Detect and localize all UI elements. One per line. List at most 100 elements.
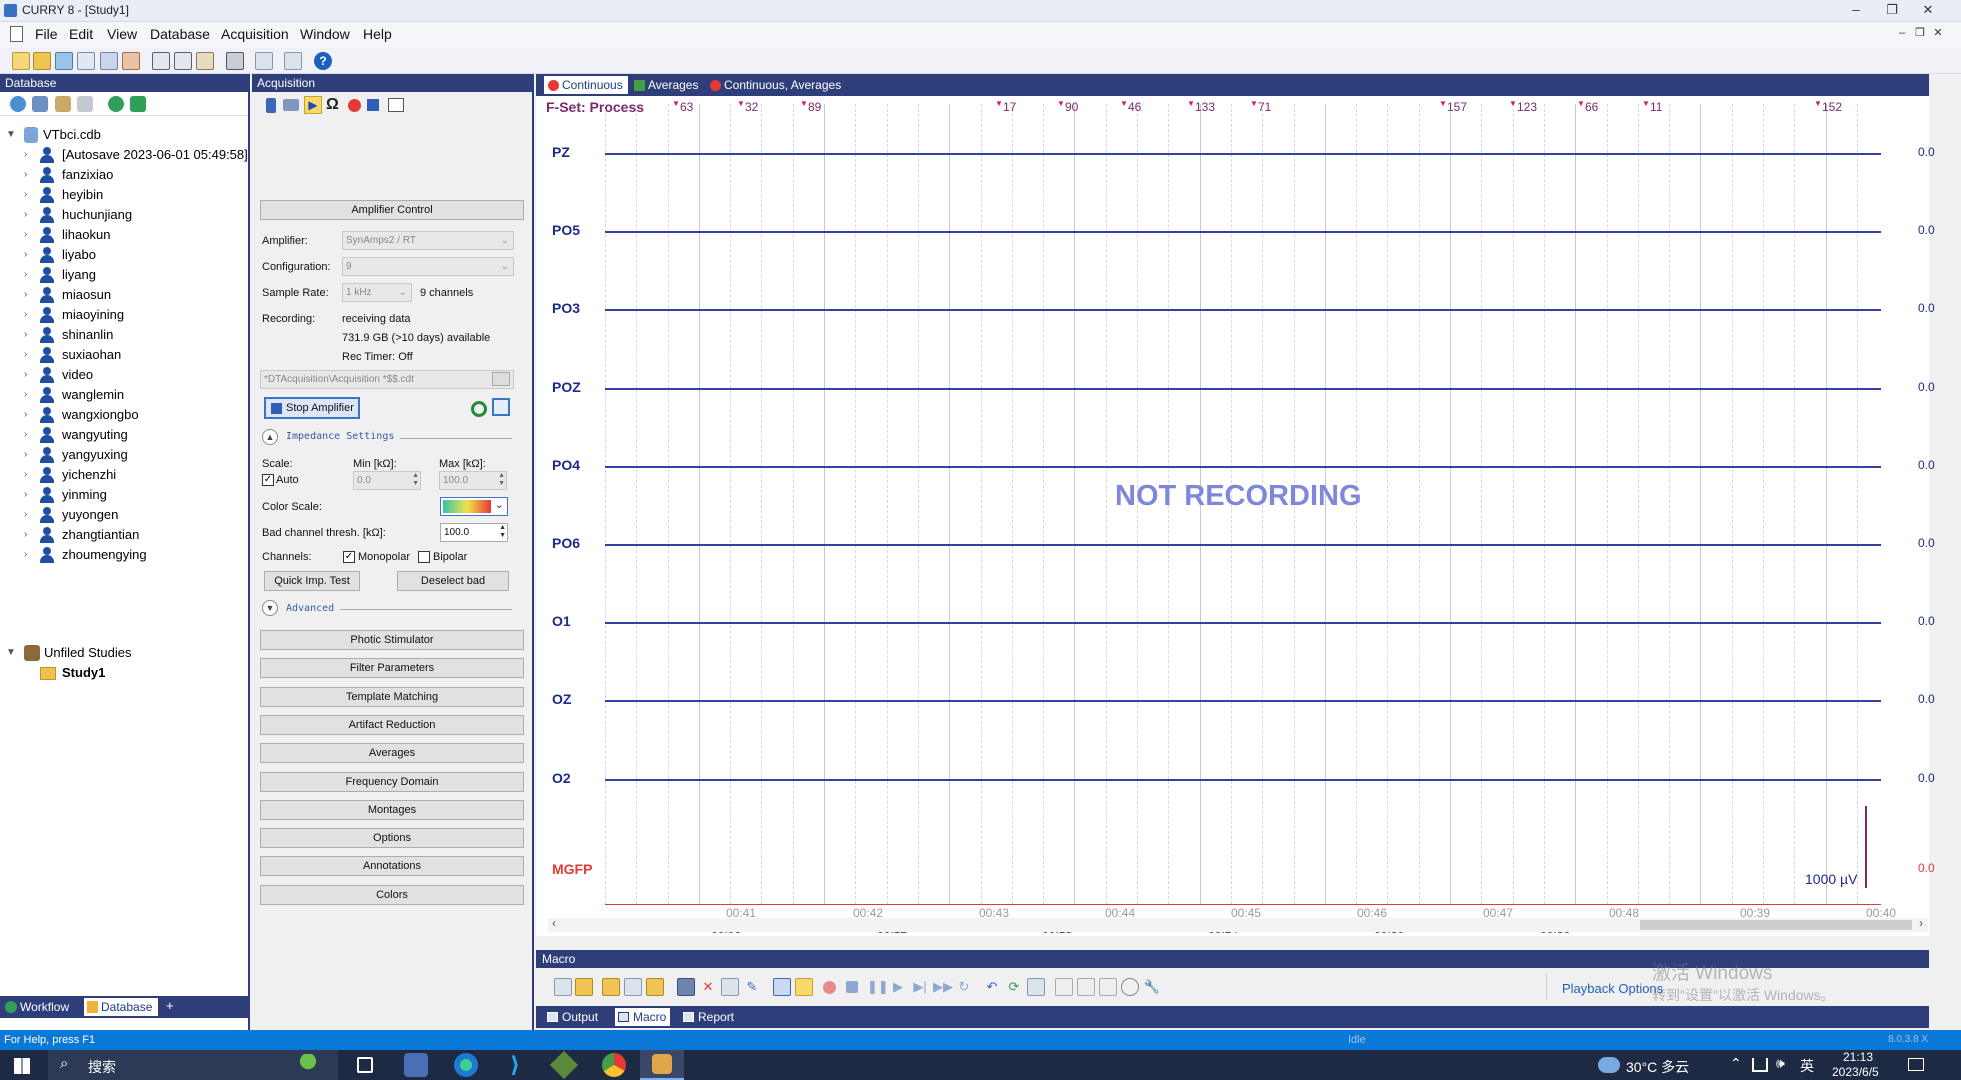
- copy-screen-icon[interactable]: [284, 52, 302, 70]
- expand-arrow-icon[interactable]: ›: [24, 205, 36, 225]
- bipolar-checkbox[interactable]: [418, 551, 430, 563]
- minimize-button[interactable]: –: [1838, 0, 1874, 22]
- min-input[interactable]: 0.0 ▲ ▼: [353, 471, 421, 490]
- expand-arrow-icon[interactable]: ›: [24, 485, 36, 505]
- workflow-tab[interactable]: Workflow: [3, 998, 73, 1016]
- channel-label[interactable]: O1: [552, 613, 571, 629]
- file-path-field[interactable]: *DTAcquisition\Acquisition *$$.cdt: [260, 370, 514, 389]
- macro-view-icon[interactable]: [773, 978, 791, 996]
- scroll-left-icon[interactable]: ‹: [552, 916, 556, 930]
- macro-clock-icon[interactable]: [1121, 978, 1139, 996]
- configuration-select[interactable]: 9 ⌄: [342, 257, 514, 276]
- windows-start-icon[interactable]: [14, 1058, 30, 1074]
- macro-stop-icon[interactable]: [846, 981, 858, 993]
- event-marker[interactable]: 11: [1642, 99, 1663, 114]
- expand-arrow-icon[interactable]: ›: [24, 185, 36, 205]
- expand-arrow-icon[interactable]: ›: [24, 245, 36, 265]
- preview-icon[interactable]: [255, 52, 273, 70]
- expand-arrow-icon[interactable]: ›: [24, 445, 36, 465]
- collapse-arrow-icon[interactable]: ▼: [6, 643, 18, 663]
- color-scale-select[interactable]: ⌄: [440, 497, 508, 516]
- event-marker[interactable]: 90: [1057, 99, 1079, 114]
- channel-label[interactable]: OZ: [552, 691, 571, 707]
- clock-date[interactable]: 2023/6/5: [1832, 1065, 1879, 1079]
- refresh-icon[interactable]: [108, 96, 124, 112]
- menu-acquisition[interactable]: Acquisition: [221, 26, 289, 42]
- macro-copy-icon[interactable]: [721, 978, 739, 996]
- browse-folder-icon[interactable]: [492, 372, 510, 386]
- sample-rate-select[interactable]: 1 kHz ⌄: [342, 283, 412, 302]
- photic-stimulator-button[interactable]: Photic Stimulator: [260, 630, 524, 650]
- stop-amplifier-button[interactable]: Stop Amplifier: [264, 397, 360, 419]
- macro-open-icon[interactable]: [575, 978, 593, 996]
- annotations-button[interactable]: Annotations: [260, 856, 524, 877]
- expand-arrow-icon[interactable]: ›: [24, 505, 36, 525]
- layout-icon[interactable]: [152, 52, 170, 70]
- macro-record-icon[interactable]: [823, 981, 836, 994]
- expand-arrow-icon[interactable]: ›: [24, 145, 36, 165]
- macro-window2-icon[interactable]: [1077, 978, 1095, 996]
- spin-icon[interactable]: ▲ ▼: [499, 524, 506, 540]
- macro-play-icon[interactable]: ▶: [889, 978, 907, 996]
- detach-window-icon[interactable]: [492, 398, 510, 416]
- channel-label[interactable]: PO6: [552, 535, 580, 551]
- amplifier-select[interactable]: SynAmps2 / RT ⌄: [342, 231, 514, 250]
- bad-thresh-input[interactable]: 100.0 ▲ ▼: [440, 523, 508, 542]
- import-icon[interactable]: [55, 96, 71, 112]
- averages-button[interactable]: Averages: [260, 743, 524, 764]
- max-input[interactable]: 100.0 ▲ ▼: [439, 471, 507, 490]
- monopolar-checkbox[interactable]: ✓: [343, 551, 355, 563]
- maximize-button[interactable]: ❐: [1874, 0, 1910, 22]
- macro-list-icon[interactable]: [1027, 978, 1045, 996]
- tab-report[interactable]: Report: [680, 1008, 738, 1026]
- menu-file[interactable]: File: [35, 26, 58, 42]
- close-button[interactable]: ✕: [1910, 0, 1946, 22]
- macro-view2-icon[interactable]: [795, 978, 813, 996]
- amplifier-icon[interactable]: [266, 98, 276, 113]
- expand-arrow-icon[interactable]: ›: [24, 265, 36, 285]
- menu-edit[interactable]: Edit: [69, 26, 93, 42]
- paste-icon[interactable]: [196, 52, 214, 70]
- filter-parameters-button[interactable]: Filter Parameters: [260, 658, 524, 679]
- macro-refresh-icon[interactable]: ⟳: [1005, 978, 1023, 996]
- chrome-icon[interactable]: [602, 1053, 626, 1077]
- spin-icon[interactable]: ▲ ▼: [498, 472, 505, 488]
- expand-arrow-icon[interactable]: ›: [24, 385, 36, 405]
- menu-window[interactable]: Window: [300, 26, 350, 42]
- macro-edit-icon[interactable]: ✎: [743, 978, 761, 996]
- impedance-icon[interactable]: Ω: [326, 96, 339, 114]
- collapse-impedance-icon[interactable]: ▲: [262, 429, 278, 445]
- macro-loop-icon[interactable]: ↻: [955, 978, 973, 996]
- play-icon[interactable]: ▶: [304, 96, 322, 114]
- macro-undo-icon[interactable]: ↶: [983, 978, 1001, 996]
- tools-icon[interactable]: [122, 52, 140, 70]
- expand-arrow-icon[interactable]: ›: [24, 525, 36, 545]
- channel-label[interactable]: O2: [552, 770, 571, 786]
- macro-new-icon[interactable]: [554, 978, 572, 996]
- deselect-bad-button[interactable]: Deselect bad: [397, 571, 509, 591]
- mdi-minimize-button[interactable]: –: [1892, 26, 1912, 42]
- tab-continuous[interactable]: Continuous: [544, 76, 628, 94]
- scroll-right-icon[interactable]: ›: [1919, 916, 1923, 930]
- database-open-icon[interactable]: [55, 52, 73, 70]
- template-matching-button[interactable]: Template Matching: [260, 686, 524, 707]
- open-icon[interactable]: [33, 52, 51, 70]
- stop-icon[interactable]: [367, 99, 379, 111]
- tray-chevron-icon[interactable]: ⌃: [1730, 1055, 1742, 1072]
- macro-grid-icon[interactable]: [1099, 978, 1117, 996]
- event-marker[interactable]: 152: [1814, 99, 1842, 114]
- expand-arrow-icon[interactable]: ›: [24, 305, 36, 325]
- event-marker[interactable]: 133: [1187, 99, 1215, 114]
- playback-options-link[interactable]: Playback Options: [1562, 981, 1663, 996]
- taskbar-app-1-icon[interactable]: [404, 1053, 428, 1077]
- amplifier-control-button[interactable]: Amplifier Control: [260, 200, 524, 220]
- frequency-domain-button[interactable]: Frequency Domain: [260, 771, 524, 792]
- event-marker[interactable]: 66: [1577, 99, 1599, 114]
- macro-wrench-icon[interactable]: 🔧: [1143, 978, 1161, 996]
- export-icon[interactable]: [100, 52, 118, 70]
- spin-icon[interactable]: ▲ ▼: [412, 472, 419, 488]
- expand-arrow-icon[interactable]: ›: [24, 165, 36, 185]
- task-view-icon[interactable]: [357, 1057, 373, 1073]
- macro-delete-icon[interactable]: ✕: [699, 978, 717, 996]
- tab-output[interactable]: Output: [544, 1008, 602, 1026]
